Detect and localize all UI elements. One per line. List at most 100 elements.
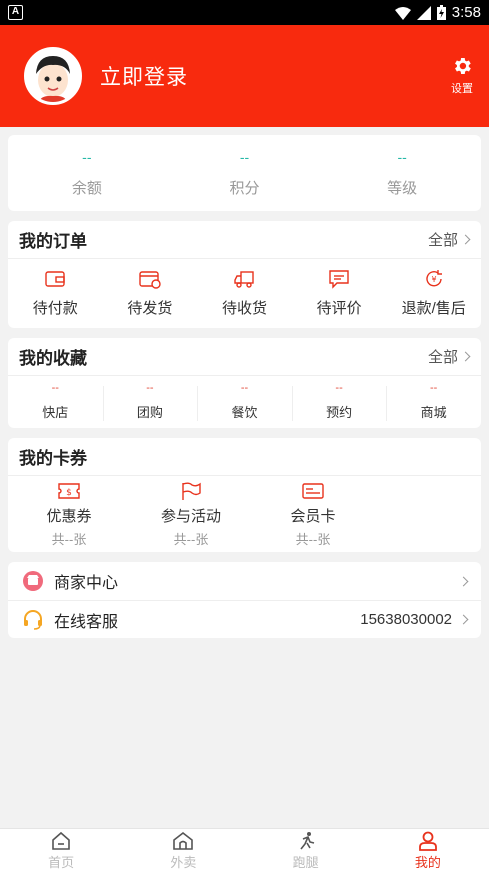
runner-icon — [300, 832, 314, 850]
coupon-count: 共--张 — [51, 531, 87, 547]
stat-label: 积分 — [229, 179, 260, 197]
tab-label: 外卖 — [170, 855, 197, 870]
settings-button[interactable]: 设置 — [451, 55, 473, 96]
user-icon — [418, 831, 437, 851]
favorites-all-label: 全部 — [427, 349, 458, 366]
stat-value: -- — [239, 148, 250, 165]
chevron-right-icon — [458, 614, 469, 625]
refund-icon: ¥ — [425, 269, 442, 286]
coupon-count: 共--张 — [173, 531, 209, 547]
fav-dining[interactable]: -- 餐饮 — [197, 376, 292, 427]
gear-icon — [455, 58, 471, 74]
fav-label: 团购 — [136, 405, 163, 420]
bottom-tab-bar: 首页 外卖 跑腿 我的 — [0, 828, 489, 873]
stat-label: 余额 — [71, 179, 102, 197]
member-card-icon — [302, 482, 324, 499]
notification-a-icon: A — [8, 5, 23, 20]
orders-header: 我的订单 全部 — [8, 221, 481, 259]
truck-icon — [234, 270, 255, 288]
login-link[interactable]: 立即登录 — [100, 61, 188, 91]
avatar[interactable] — [24, 47, 82, 105]
tab-label: 我的 — [414, 855, 441, 870]
order-pending-receipt[interactable]: 待收货 — [197, 259, 292, 327]
favorites-all-link[interactable]: 全部 — [427, 346, 471, 367]
card-clock-icon — [139, 270, 161, 289]
order-pending-review[interactable]: 待评价 — [292, 259, 387, 327]
tab-takeout[interactable]: 外卖 — [122, 829, 244, 873]
fav-group-buy[interactable]: -- 团购 — [102, 376, 198, 427]
my-favorites-section: 我的收藏 全部 -- 快店 -- 团购 -- 餐饮 -- 预约 -- 商城 — [8, 338, 481, 428]
orders-title: 我的订单 — [19, 232, 87, 251]
coupon-discount[interactable]: $ 优惠券 共--张 — [8, 476, 130, 552]
account-stats: -- 余额 -- 积分 -- 等级 — [8, 135, 481, 211]
fav-mall[interactable]: -- 商城 — [386, 376, 481, 427]
my-orders-section: 我的订单 全部 待付款 待发货 待收货 待评价 ¥ 退款/售后 — [8, 221, 481, 328]
svg-text:¥: ¥ — [431, 275, 436, 284]
merchant-center-row[interactable]: 商家中心 — [8, 562, 481, 600]
fav-quick-store[interactable]: -- 快店 — [8, 376, 103, 427]
settings-label: 设置 — [451, 83, 473, 95]
order-label: 待收货 — [221, 299, 267, 317]
coupon-label: 会员卡 — [290, 507, 336, 525]
order-label: 待发货 — [127, 299, 173, 317]
tab-mine[interactable]: 我的 — [367, 829, 489, 873]
status-bar: A 3:58 — [0, 0, 489, 25]
coupons-title: 我的卡券 — [19, 449, 87, 468]
fav-booking[interactable]: -- 预约 — [291, 376, 387, 427]
tab-errand[interactable]: 跑腿 — [245, 829, 367, 873]
menu-label: 在线客服 — [54, 613, 119, 631]
chevron-right-icon — [460, 234, 471, 245]
signal-icon — [416, 5, 431, 20]
battery-icon — [436, 5, 446, 20]
chevron-right-icon — [458, 576, 469, 586]
fav-count: -- — [240, 382, 249, 394]
fav-count: -- — [430, 382, 438, 394]
wallet-icon — [45, 270, 65, 287]
stat-value: -- — [397, 148, 407, 165]
takeout-icon — [173, 831, 194, 850]
order-pending-payment[interactable]: 待付款 — [8, 259, 103, 327]
fav-label: 商城 — [420, 405, 447, 420]
stat-value: -- — [82, 148, 92, 165]
fav-label: 快店 — [42, 405, 69, 420]
comment-icon — [329, 269, 349, 289]
headset-icon — [24, 609, 42, 630]
coupon-label: 参与活动 — [160, 507, 221, 525]
favorites-title: 我的收藏 — [19, 349, 87, 368]
favorites-header: 我的收藏 全部 — [8, 338, 481, 376]
coupons-header: 我的卡券 — [8, 438, 481, 476]
stat-label: 等级 — [387, 179, 418, 197]
svg-text:$: $ — [66, 488, 72, 498]
coupon-label: 优惠券 — [46, 507, 92, 525]
coupon-member-card[interactable]: 会员卡 共--张 — [252, 476, 374, 552]
menu-label: 商家中心 — [54, 575, 119, 592]
stat-balance[interactable]: -- 余额 — [8, 135, 166, 211]
order-label: 待付款 — [32, 299, 78, 317]
my-coupons-section: 我的卡券 $ 优惠券 共--张 参与活动 共--张 会员卡 共--张 — [8, 438, 481, 552]
order-pending-shipment[interactable]: 待发货 — [103, 259, 198, 327]
coupon-count: 共--张 — [295, 531, 331, 547]
tab-label: 首页 — [48, 855, 75, 870]
tab-label: 跑腿 — [292, 855, 319, 870]
stat-level[interactable]: -- 等级 — [323, 135, 481, 211]
service-phone: 15638030002 — [360, 611, 452, 628]
profile-header: 立即登录 设置 — [0, 25, 489, 127]
shop-icon — [23, 571, 43, 591]
status-time: 3:58 — [451, 4, 481, 21]
orders-all-label: 全部 — [427, 232, 458, 249]
order-refund-aftersale[interactable]: ¥ 退款/售后 — [386, 259, 481, 327]
wifi-icon — [394, 6, 411, 20]
home-icon — [52, 831, 70, 850]
fav-count: -- — [51, 382, 59, 394]
orders-all-link[interactable]: 全部 — [427, 229, 471, 250]
fav-label: 餐饮 — [231, 405, 258, 420]
order-label: 退款/售后 — [401, 299, 466, 317]
fav-count: -- — [146, 382, 154, 394]
menu-list: 商家中心 在线客服 15638030002 — [8, 562, 481, 638]
tab-home[interactable]: 首页 — [0, 829, 122, 873]
stat-points[interactable]: -- 积分 — [166, 135, 324, 211]
chevron-right-icon — [460, 351, 471, 362]
online-service-row[interactable]: 在线客服 15638030002 — [8, 600, 481, 638]
coupon-activity[interactable]: 参与活动 共--张 — [130, 476, 252, 552]
fav-count: -- — [335, 382, 343, 394]
